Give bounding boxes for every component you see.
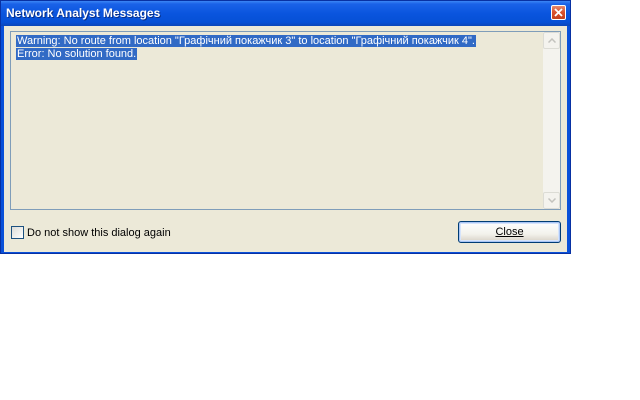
- title-bar[interactable]: Network Analyst Messages: [1, 1, 570, 26]
- close-button-label: Close: [495, 226, 524, 238]
- close-button[interactable]: Close: [458, 221, 561, 243]
- messages-textbox[interactable]: Warning: No route from location "Графічн…: [10, 31, 561, 210]
- message-line: Error: No solution found.: [16, 48, 476, 61]
- vertical-scrollbar[interactable]: [543, 32, 560, 209]
- messages-content: Warning: No route from location "Графічн…: [16, 35, 476, 61]
- do-not-show-label[interactable]: Do not show this dialog again: [27, 226, 171, 240]
- arrow-down-icon: [548, 198, 556, 203]
- dialog-body: Warning: No route from location "Графічн…: [4, 26, 567, 252]
- arrow-up-icon: [548, 38, 556, 43]
- message-line: Warning: No route from location "Графічн…: [16, 35, 476, 48]
- error-message: Error: No solution found.: [16, 48, 138, 60]
- close-icon: [554, 8, 563, 17]
- network-analyst-messages-dialog: Network Analyst Messages Warning: No rou…: [0, 0, 571, 254]
- do-not-show-checkbox[interactable]: [11, 226, 24, 239]
- warning-message: Warning: No route from location "Графічн…: [16, 35, 476, 47]
- scroll-down-button[interactable]: [543, 192, 560, 209]
- window-title: Network Analyst Messages: [6, 6, 161, 20]
- title-close-button[interactable]: [551, 5, 566, 20]
- scroll-up-button[interactable]: [543, 32, 560, 49]
